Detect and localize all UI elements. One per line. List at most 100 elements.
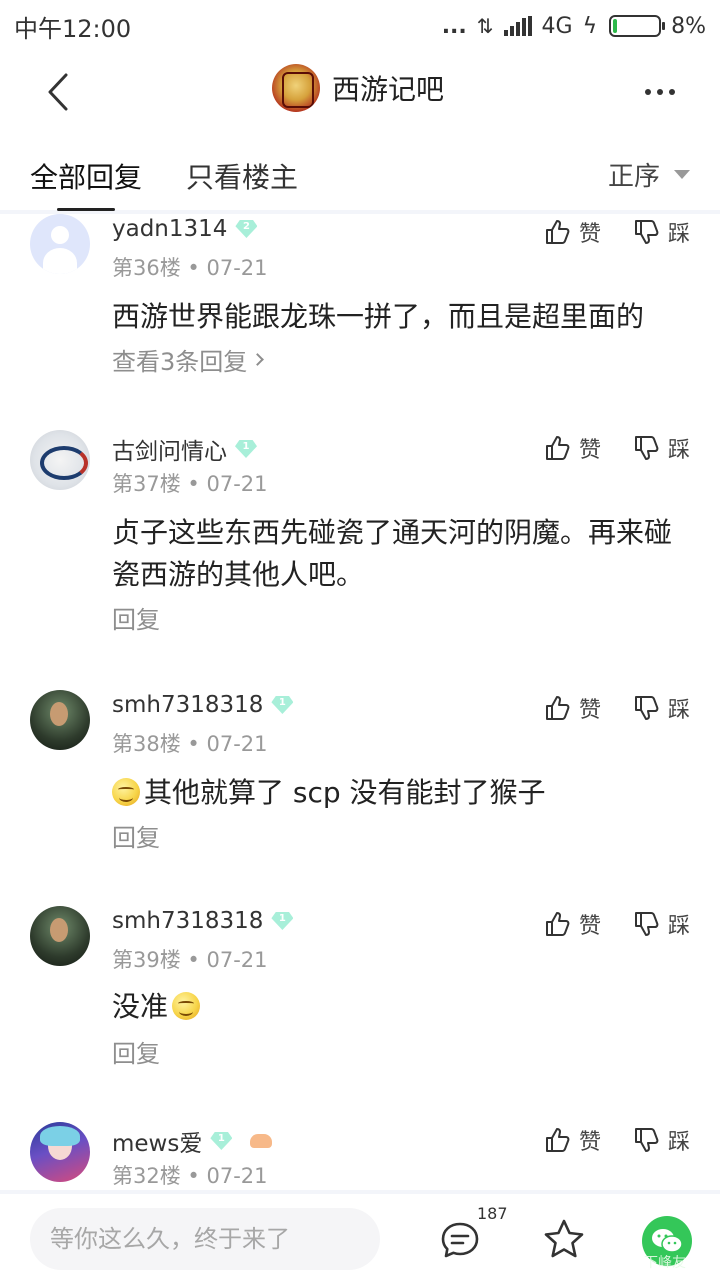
like-label: 赞 <box>579 914 602 939</box>
thumbs-up-icon <box>546 1128 570 1152</box>
dislike-button[interactable]: 踩 <box>632 1124 690 1156</box>
status-icons: ... ⇅ 4G ϟ 8% <box>442 14 706 39</box>
sort-dropdown[interactable]: 正序 <box>608 156 690 193</box>
reply-item: yadn1314 2 第36楼 • 07-21 赞 踩 西游世界能跟龙珠一拼了，… <box>0 214 720 414</box>
thumbs-up-icon <box>546 696 570 720</box>
more-dot-icon <box>657 89 663 95</box>
data-transfer-icon: ⇅ <box>476 14 494 38</box>
back-button[interactable] <box>36 70 80 114</box>
post-meta: 第38楼 • 07-21 <box>112 732 268 756</box>
notification-dots-icon: ... <box>441 13 467 39</box>
post-meta: 第37楼 • 07-21 <box>112 472 268 496</box>
star-icon <box>544 1219 584 1258</box>
floor-number: 第32楼 <box>112 1164 181 1188</box>
reply-item: mews爱 1 第32楼 • 07-21 赞 踩 <box>0 1122 720 1190</box>
post-meta: 第32楼 • 07-21 <box>112 1164 268 1188</box>
floor-number: 第37楼 <box>112 472 181 496</box>
reply-item: 古剑问情心 1 第37楼 • 07-21 赞 踩 贞子这些东西先碰瓷了通天河的阴… <box>0 430 720 650</box>
username[interactable]: smh7318318 <box>112 692 263 718</box>
user-info: smh7318318 1 <box>112 692 293 718</box>
reply-content: 其他就算了 scp 没有能封了猴子 <box>112 772 690 814</box>
reply-button[interactable]: 回复 <box>112 818 160 853</box>
username[interactable]: mews爱 <box>112 1124 202 1158</box>
signal-icon <box>503 16 532 36</box>
comment-count: 187 <box>477 1204 508 1223</box>
view-replies-label: 查看3条回复 <box>112 348 248 376</box>
dislike-button[interactable]: 踩 <box>632 432 690 464</box>
tab-owner-only[interactable]: 只看楼主 <box>186 156 298 196</box>
user-info: mews爱 1 <box>112 1124 274 1158</box>
avatar[interactable] <box>30 214 90 274</box>
avatar[interactable] <box>30 690 90 750</box>
view-replies-link[interactable]: 查看3条回复 <box>112 342 265 377</box>
floor-number: 第39楼 <box>112 948 181 972</box>
reply-button[interactable]: 回复 <box>112 600 160 635</box>
like-label: 赞 <box>579 698 602 723</box>
avatar[interactable] <box>30 906 90 966</box>
tab-all-replies[interactable]: 全部回复 <box>30 156 142 211</box>
like-button[interactable]: 赞 <box>543 432 601 464</box>
reply-input[interactable]: 等你这么久，终于来了 <box>30 1208 380 1270</box>
dislike-button[interactable]: 踩 <box>632 216 690 248</box>
like-button[interactable]: 赞 <box>543 1124 601 1156</box>
thumbs-up-icon <box>546 912 570 936</box>
forum-header[interactable]: 西游记吧 <box>272 64 444 112</box>
post-date: 07-21 <box>206 472 268 496</box>
dislike-label: 踩 <box>668 698 691 723</box>
comments-button[interactable] <box>440 1220 480 1260</box>
favorite-button[interactable] <box>543 1218 585 1260</box>
like-label: 赞 <box>579 438 602 463</box>
more-dot-icon <box>645 89 651 95</box>
chevron-right-icon <box>251 353 265 366</box>
status-bar: 中午12:00 ... ⇅ 4G ϟ 8% <box>0 0 720 52</box>
thumbs-down-icon <box>635 912 659 936</box>
level-badge-icon: 2 <box>235 220 257 238</box>
dislike-button[interactable]: 踩 <box>632 908 690 940</box>
post-meta: 第39楼 • 07-21 <box>112 948 268 972</box>
thumbs-up-icon <box>546 220 570 244</box>
floor-number: 第38楼 <box>112 732 181 756</box>
reply-filter-tabs: 全部回复 只看楼主 正序 <box>0 132 720 214</box>
watermark-text: 下峰友 <box>644 1255 686 1271</box>
thumbs-up-icon <box>546 436 570 460</box>
avatar[interactable] <box>30 430 90 490</box>
like-button[interactable]: 赞 <box>543 216 601 248</box>
floor-number: 第36楼 <box>112 256 181 280</box>
fan-badge-icon <box>248 1132 274 1150</box>
reply-content: 西游世界能跟龙珠一拼了，而且是超里面的 <box>112 300 645 333</box>
post-date: 07-21 <box>206 732 268 756</box>
smiley-emoji-icon <box>172 992 201 1020</box>
username[interactable]: 古剑问情心 <box>112 432 227 466</box>
avatar[interactable] <box>30 1122 90 1182</box>
charging-icon: ϟ <box>582 13 598 39</box>
post-meta: 第36楼 • 07-21 <box>112 256 268 280</box>
post-date: 07-21 <box>206 256 268 280</box>
nav-bar: 西游记吧 <box>0 52 720 132</box>
more-dot-icon <box>669 89 675 95</box>
username[interactable]: yadn1314 <box>112 216 227 242</box>
post-date: 07-21 <box>206 1164 268 1188</box>
dislike-button[interactable]: 踩 <box>632 692 690 724</box>
like-button[interactable]: 赞 <box>543 692 601 724</box>
level-badge-icon: 1 <box>235 440 257 458</box>
reply-button[interactable]: 回复 <box>112 1034 160 1069</box>
more-options-button[interactable] <box>636 70 684 114</box>
reply-item: smh7318318 1 第39楼 • 07-21 赞 踩 没准 回复 <box>0 906 720 1076</box>
like-label: 赞 <box>579 1130 602 1155</box>
network-type: 4G <box>541 13 573 39</box>
caret-down-icon <box>674 170 690 179</box>
thumbs-down-icon <box>635 696 659 720</box>
like-button[interactable]: 赞 <box>543 908 601 940</box>
dislike-label: 踩 <box>668 222 691 247</box>
reply-text: 其他就算了 scp 没有能封了猴子 <box>144 776 546 809</box>
user-info: yadn1314 2 <box>112 216 257 242</box>
status-time: 中午12:00 <box>14 14 132 43</box>
thumbs-down-icon <box>635 1128 659 1152</box>
thumbs-down-icon <box>635 436 659 460</box>
user-info: 古剑问情心 1 <box>112 432 257 466</box>
level-badge-icon: 1 <box>271 912 293 930</box>
reply-text: 没准 <box>112 990 169 1023</box>
battery-icon <box>609 15 666 37</box>
username[interactable]: smh7318318 <box>112 908 263 934</box>
chevron-left-icon <box>48 73 68 111</box>
